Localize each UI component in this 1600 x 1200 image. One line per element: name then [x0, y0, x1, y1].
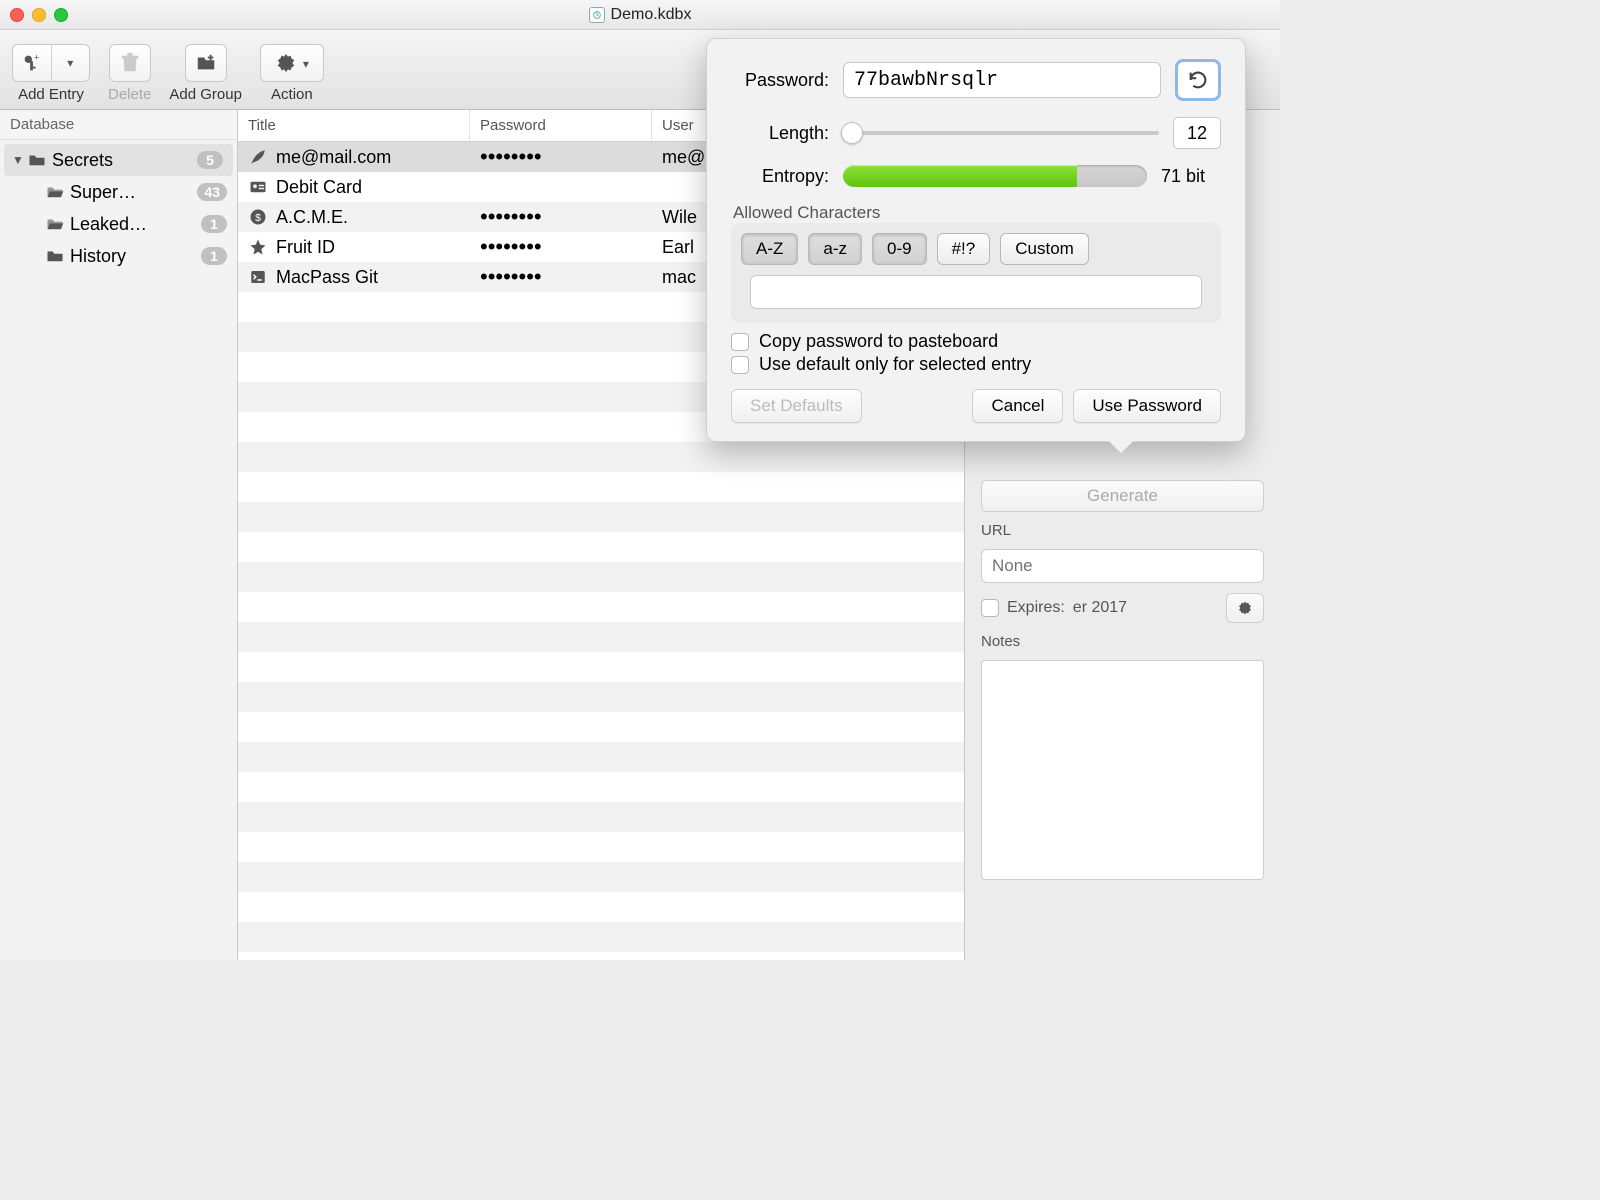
quill-icon — [248, 147, 268, 167]
sidebar-item-label: History — [70, 246, 201, 267]
url-label: URL — [981, 522, 1264, 539]
sidebar-item[interactable]: ▼ Secrets5 — [4, 144, 233, 176]
password-generator-popover: Password: Length: Entropy: 71 bit Allowe… — [706, 38, 1246, 442]
entry-title: A.C.M.E. — [276, 207, 348, 228]
sidebar-item-label: Super… — [70, 182, 197, 203]
sidebar-item[interactable]: History1 — [0, 240, 237, 272]
sidebar-item[interactable]: Super…43 — [0, 176, 237, 208]
key-plus-icon: + — [21, 52, 43, 74]
copy-to-pasteboard-label: Copy password to pasteboard — [759, 331, 998, 352]
column-header-password[interactable]: Password — [470, 110, 652, 141]
id-card-icon — [248, 177, 268, 197]
entry-password: •••••••• — [470, 236, 652, 258]
sidebar: Database ▼Secrets5Super…43Leaked…1Histor… — [0, 110, 238, 960]
entry-title: MacPass Git — [276, 267, 378, 288]
gear-icon — [275, 52, 297, 74]
count-badge: 5 — [197, 151, 223, 169]
generate-button[interactable]: Generate — [981, 480, 1264, 512]
password-label: Password: — [731, 70, 829, 91]
folder-plus-icon — [195, 52, 217, 74]
notes-textarea[interactable] — [981, 660, 1264, 880]
length-input[interactable] — [1173, 117, 1221, 149]
folder-icon — [44, 249, 66, 263]
folder-open-icon — [44, 217, 66, 231]
folder-icon — [26, 153, 48, 167]
use-password-button[interactable]: Use Password — [1073, 389, 1221, 423]
count-badge: 1 — [201, 215, 227, 233]
svg-text:+: + — [34, 52, 39, 62]
sidebar-header: Database — [0, 110, 237, 140]
terminal-icon — [248, 267, 268, 287]
sidebar-tree: ▼Secrets5Super…43Leaked…1History1 — [0, 140, 237, 276]
count-badge: 1 — [201, 247, 227, 265]
column-header-title[interactable]: Title — [238, 110, 470, 141]
slider-thumb[interactable] — [841, 122, 863, 144]
charset-upper-button[interactable]: A-Z — [741, 233, 798, 265]
regenerate-button[interactable] — [1175, 59, 1221, 101]
expires-settings-button[interactable] — [1226, 593, 1264, 623]
charset-symbols-button[interactable]: #!? — [937, 233, 991, 265]
toolbar-label-add-entry: Add Entry — [18, 86, 84, 103]
default-for-selected-label: Use default only for selected entry — [759, 354, 1031, 375]
sidebar-item[interactable]: Leaked…1 — [0, 208, 237, 240]
toolbar-label-add-group: Add Group — [169, 86, 242, 103]
document-icon — [589, 7, 605, 23]
generated-password-field[interactable] — [843, 62, 1161, 98]
entry-password: •••••••• — [470, 206, 652, 228]
add-entry-button[interactable]: + — [12, 44, 90, 82]
window-close-button[interactable] — [10, 8, 24, 22]
window-title: Demo.kdbx — [611, 6, 692, 24]
notes-label: Notes — [981, 633, 1264, 650]
cancel-button[interactable]: Cancel — [972, 389, 1063, 423]
action-button[interactable] — [260, 44, 324, 82]
url-field[interactable] — [981, 549, 1264, 583]
entry-password: •••••••• — [470, 146, 652, 168]
charset-custom-button[interactable]: Custom — [1000, 233, 1089, 265]
custom-characters-input[interactable] — [750, 275, 1201, 309]
allowed-characters-group: A-Z a-z 0-9 #!? Custom — [731, 223, 1221, 323]
count-badge: 43 — [197, 183, 227, 201]
delete-button — [109, 44, 151, 82]
expires-label: Expires: — [1007, 599, 1065, 617]
add-entry-menu[interactable] — [52, 45, 90, 81]
expires-checkbox[interactable] — [981, 599, 999, 617]
svg-text:$: $ — [255, 212, 261, 224]
folder-open-icon — [44, 185, 66, 199]
trash-icon — [119, 52, 141, 74]
window-zoom-button[interactable] — [54, 8, 68, 22]
copy-to-pasteboard-checkbox[interactable] — [731, 333, 749, 351]
charset-digits-button[interactable]: 0-9 — [872, 233, 927, 265]
disclosure-triangle-icon[interactable]: ▼ — [10, 153, 26, 167]
entry-title: me@mail.com — [276, 147, 391, 168]
length-slider[interactable] — [843, 131, 1159, 135]
allowed-characters-label: Allowed Characters — [733, 203, 1221, 223]
expires-value: er 2017 — [1073, 599, 1218, 617]
titlebar: Demo.kdbx — [0, 0, 1280, 30]
entropy-label: Entropy: — [731, 166, 829, 187]
entropy-meter — [843, 165, 1147, 187]
chevron-down-icon — [303, 55, 309, 72]
entry-password: •••••••• — [470, 266, 652, 288]
entropy-value: 71 bit — [1161, 166, 1221, 187]
dollar-icon: $ — [248, 207, 268, 227]
sidebar-item-label: Secrets — [52, 150, 197, 171]
toolbar-label-action: Action — [271, 86, 313, 103]
entry-title: Debit Card — [276, 177, 362, 198]
entry-title: Fruit ID — [276, 237, 335, 258]
sidebar-item-label: Leaked… — [70, 214, 201, 235]
charset-lower-button[interactable]: a-z — [808, 233, 862, 265]
star-icon — [248, 237, 268, 257]
toolbar-label-delete: Delete — [108, 86, 151, 103]
default-for-selected-checkbox[interactable] — [731, 356, 749, 374]
set-defaults-button[interactable]: Set Defaults — [731, 389, 862, 423]
length-label: Length: — [731, 123, 829, 144]
window-minimize-button[interactable] — [32, 8, 46, 22]
add-group-button[interactable] — [185, 44, 227, 82]
